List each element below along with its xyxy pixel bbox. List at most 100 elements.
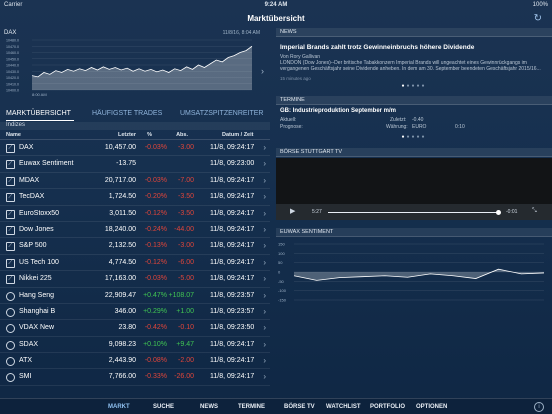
index-abs: -3.50: [178, 193, 194, 201]
index-last: 22,909.47: [104, 291, 136, 299]
index-name: US Tech 100: [19, 258, 59, 266]
index-abs: -6.00: [178, 258, 194, 266]
table-row[interactable]: ⟋ US Tech 100 4,774.50 -0.12% -6.00 11/8, 09:…: [0, 255, 270, 272]
table-row[interactable]: ⟋ MDAX 20,717.00 -0.03% -7.00 11/8, 09:24:17 ›: [0, 173, 270, 190]
info-icon[interactable]: i: [534, 402, 544, 412]
header-name: Name: [6, 132, 21, 138]
table-row[interactable]: Shanghai B 346.00 +0.29% +1.00 11/8, 09:23:5…: [0, 304, 270, 321]
zuletzt-value: -0.40: [412, 117, 424, 123]
chevron-right-icon: ›: [263, 159, 266, 169]
tabbar-termine[interactable]: TERMINE: [238, 404, 265, 410]
tabbar-news[interactable]: NEWS: [200, 404, 218, 410]
index-pct: -0.24%: [144, 225, 167, 233]
table-row[interactable]: ⟋ EuroStoxx50 3,011.50 -0.12% -3.50 11/8, 09:…: [0, 206, 270, 222]
mini-chart[interactable]: DAX 11/8/16, 8:04 AM 10480.0 10470.0 10460…: [4, 30, 266, 102]
termin-title[interactable]: GB: Industrieproduktion September m/m: [280, 108, 396, 114]
sentiment-chart[interactable]: 150 100 50 0 -50 -100 -150: [276, 238, 552, 308]
index-abs: -26.00: [174, 373, 194, 381]
index-abs: -3.00: [178, 144, 194, 151]
index-datetime: 11/8, 09:24:17: [210, 357, 255, 365]
index-last: 3,011.50: [109, 209, 136, 217]
tabbar-markt[interactable]: MARKT: [108, 404, 130, 410]
table-row[interactable]: ⟋ S&P 500 2,132.50 -0.13% -3.00 11/8, 09:24:1…: [0, 238, 270, 255]
table-row[interactable]: ⟋ Dow Jones 18,240.00 -0.24% -44.00 11/8, 09:…: [0, 222, 270, 239]
y-tick-label: 150: [278, 242, 285, 247]
index-abs: -44.00: [174, 225, 194, 233]
video-scrubber[interactable]: [328, 212, 498, 213]
tabbar-optionen[interactable]: OPTIONEN: [416, 404, 447, 410]
fullscreen-icon[interactable]: ⤡: [532, 208, 537, 215]
chevron-right-icon: ›: [263, 356, 266, 366]
table-row[interactable]: ⟋ Euwax Sentiment -13.75 11/8, 09:23:00 ›: [0, 156, 270, 173]
table-row[interactable]: ATX 2,443.90 -0.08% -2.00 11/8, 09:24:17 ›: [0, 353, 270, 370]
y-tick-label: 10410.0: [6, 82, 19, 86]
table-row[interactable]: ⟋ DAX 10,457.00 -0.03% -3.00 11/8, 09:24:17 ›: [0, 140, 270, 157]
index-pct: -0.13%: [144, 242, 167, 250]
zuletzt-label: Zuletzt:: [390, 117, 407, 123]
table-row[interactable]: ⟋ Nikkei 225 17,163.00 -0.03% -5.00 11/8, 09:…: [0, 271, 270, 288]
index-pct: +0.10%: [143, 340, 167, 348]
table-row[interactable]: VDAX New 23.80 -0.42% -0.10 11/8, 09:23:50 ›: [0, 320, 270, 337]
chart-area: [32, 46, 252, 90]
aktuell-label: Aktuell:: [280, 117, 297, 123]
battery-indicator: 100%: [532, 2, 548, 8]
scrubber-knob[interactable]: [496, 210, 501, 215]
header-abs: Abs.: [176, 132, 188, 138]
termin-row-2: Prognose: Währung: EURO 0:10: [280, 124, 550, 131]
index-chart-icon: [6, 373, 15, 383]
video-remaining: -0:01: [506, 209, 518, 215]
waehrung-label: Währung:: [386, 124, 408, 130]
chevron-right-icon[interactable]: ›: [261, 66, 264, 76]
table-row[interactable]: SDAX 9,098.23 +0.10% +9.47 11/8, 09:24:17 ›: [0, 337, 270, 354]
news-header: NEWS: [276, 28, 552, 37]
y-tick-label: 10450.0: [6, 57, 19, 61]
index-chart-icon: ⟋: [6, 225, 15, 235]
refresh-icon[interactable]: ↻: [534, 13, 542, 24]
index-pct: -0.03%: [144, 275, 167, 283]
x-tick-label: 8:00 AM: [32, 92, 47, 97]
index-abs: -7.00: [178, 176, 194, 184]
tabbar-watchlist[interactable]: WATCHLIST: [326, 404, 361, 410]
tabbar-boerse-tv[interactable]: BÖRSE TV: [284, 404, 315, 410]
chevron-right-icon: ›: [263, 208, 266, 218]
tab-marktuebersicht[interactable]: MARKTÜBERSICHT: [6, 110, 71, 117]
index-datetime: 11/8, 09:24:17: [210, 176, 255, 184]
termine-page-indicator[interactable]: ●●●●●: [276, 134, 552, 140]
news-headline[interactable]: Imperial Brands zahlt trotz Gewinneinbru…: [280, 44, 474, 51]
status-bar: Carrier 9:24 AM 100%: [0, 0, 552, 10]
index-datetime: 11/8, 09:23:57: [210, 291, 255, 299]
index-pct: +0.47%: [143, 291, 167, 299]
table-row[interactable]: SMI 7,766.00 -0.33% -26.00 11/8, 09:24:17 ›: [0, 369, 270, 386]
clock: 9:24 AM: [264, 2, 288, 8]
news-teaser[interactable]: Von Rory Gallivan LONDON (Dow Jones)--De…: [280, 54, 548, 72]
index-name: VDAX New: [19, 324, 55, 332]
video-player[interactable]: ▶ 5:27 -0:01 ⤡: [276, 158, 552, 220]
tabbar-suche[interactable]: SUCHE: [153, 404, 174, 410]
index-last: 23.80: [118, 324, 136, 332]
play-icon[interactable]: ▶: [290, 207, 295, 215]
header-datetime: Datum / Zeit: [222, 132, 254, 138]
index-datetime: 11/8, 09:24:17: [210, 144, 255, 151]
index-last: 20,717.00: [104, 176, 136, 184]
index-datetime: 11/8, 09:24:17: [210, 275, 255, 283]
intraday-chart: 10480.0 10470.0 10460.0 10450.0 10440.0 10430…: [6, 39, 253, 97]
y-tick-label: -100: [278, 288, 287, 293]
tab-umsatzspitzenreiter[interactable]: UMSATZSPITZENREITER: [180, 110, 263, 117]
termin-time: 0:10: [455, 124, 465, 130]
table-row[interactable]: ⟋ TecDAX 1,724.50 -0.20% -3.50 11/8, 09:24:17…: [0, 189, 270, 206]
tabbar-portfolio[interactable]: PORTFOLIO: [370, 404, 405, 410]
index-datetime: 11/8, 09:24:17: [210, 209, 255, 217]
index-chart-icon: [6, 357, 15, 367]
index-chart-icon: ⟋: [6, 242, 15, 252]
index-name: EuroStoxx50: [19, 209, 60, 217]
index-name: Dow Jones: [19, 225, 54, 233]
table-row[interactable]: Hang Seng 22,909.47 +0.47% +108.07 11/8, 09:…: [0, 288, 270, 304]
index-name: S&P 500: [19, 242, 47, 250]
news-page-indicator[interactable]: ●●●●●: [276, 83, 552, 89]
index-name: Shanghai B: [19, 307, 56, 315]
index-datetime: 11/8, 09:24:17: [210, 258, 255, 266]
index-pct: -0.03%: [144, 144, 167, 151]
index-chart-icon: ⟋: [6, 209, 15, 219]
tab-haeufigste-trades[interactable]: HÄUFIGSTE TRADES: [92, 110, 162, 117]
index-chart-icon: [6, 307, 15, 317]
